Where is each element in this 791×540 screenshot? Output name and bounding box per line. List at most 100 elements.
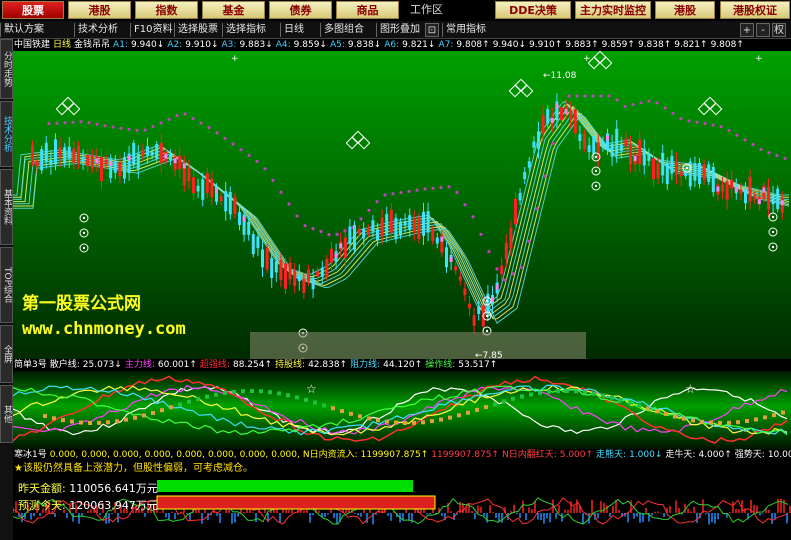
- ma-value-7: 9.940↓: [492, 40, 526, 50]
- ma-label-3: A4:: [275, 40, 291, 50]
- toolbar-item-7[interactable]: 图形叠加: [378, 22, 422, 38]
- left-sidebar: 分时走势技术分析基本资料 TOP综合全屏 其他: [0, 39, 13, 540]
- svg-text:☆: ☆: [306, 382, 317, 396]
- nav-button-10[interactable]: 港股权证: [720, 1, 790, 19]
- indicator-name: 金钱吊吊: [74, 40, 111, 50]
- ma-value-2: 9.883↓: [239, 40, 273, 50]
- indicator-2-value-0: 0.000,: [49, 450, 79, 460]
- indicator-2-label-8: N日内资流入:: [302, 450, 358, 460]
- toolbar-separator: [0, 23, 1, 37]
- nav-button-8[interactable]: 主力实时监控: [575, 1, 651, 19]
- indicator-2-value-10: 5.000↑: [559, 450, 594, 460]
- toolbar-separator: [376, 23, 377, 37]
- toolbar: 默认方案 技术分析 F10资料 选择股票 选择指标 日线 多图组合 图形叠加 常用指标 ⊡ + - 权: [0, 21, 791, 39]
- ma-value-6: 9.808↑: [456, 40, 490, 50]
- watermark-box: [250, 332, 586, 359]
- indicator-1-legend: 简单3号 散户线: 25.073↓ 主力线: 60.001↑ 超强线: 88.254↑ 持股线…: [14, 359, 791, 371]
- indicator-1-label-0: 散户线:: [49, 360, 80, 370]
- ma-label-5: A6:: [384, 40, 400, 50]
- toolbar-separator: [222, 23, 223, 37]
- ma-value-9: 9.883↑: [565, 40, 599, 50]
- svg-text:+: +: [755, 54, 763, 64]
- indicator-1-value-5: 53.517↑: [458, 360, 498, 370]
- nav-button-7[interactable]: DDE决策: [495, 1, 571, 19]
- nav-button-3[interactable]: 基金: [202, 1, 265, 19]
- indicator-1-name: 简单3号: [14, 360, 47, 370]
- toolbar-item-5[interactable]: 日线: [282, 22, 306, 38]
- sidebar-tab-3[interactable]: TOP综合: [0, 247, 13, 323]
- ma-value-5: 9.821↓: [402, 40, 436, 50]
- indicator-2-value-12: 4.000↑: [698, 450, 732, 460]
- today-amount: 预测今天: 120063.947万元: [18, 497, 158, 513]
- watermark-url: www.chnmoney.com: [22, 319, 186, 339]
- zoom-in-icon[interactable]: +: [740, 23, 754, 37]
- toolbar-item-4[interactable]: 选择指标: [224, 22, 268, 38]
- indicator-1-value-0: 25.073↓: [82, 360, 122, 370]
- ma-value-11: 9.838↑: [637, 40, 672, 50]
- ma-value-12: 9.821↑: [674, 40, 708, 50]
- yesterday-amount: 昨天金额: 110056.641万元: [18, 480, 158, 496]
- toolbar-separator: [130, 23, 131, 37]
- chart-period: 日线: [53, 40, 72, 50]
- toolbar-item-2[interactable]: F10资料: [132, 22, 174, 38]
- indicator-2-value-3: 0.000,: [144, 450, 174, 460]
- lock-icon[interactable]: ⊡: [425, 23, 439, 37]
- svg-text:+: +: [583, 54, 591, 64]
- nav-button-6[interactable]: 工作区: [404, 1, 449, 19]
- sidebar-tab-5[interactable]: 其他: [0, 385, 13, 443]
- svg-text:☆: ☆: [685, 382, 696, 396]
- high-price-label: ←11.08: [543, 71, 577, 81]
- ma-value-10: 9.859↑: [601, 40, 635, 50]
- sidebar-tab-1[interactable]: 技术分析: [0, 101, 13, 167]
- ma-value-4: 9.838↓: [347, 40, 382, 50]
- stock-name: 中国铁建: [14, 40, 51, 50]
- indicator-2-value-8: 1199907.875↑: [360, 450, 429, 460]
- toolbar-separator: [74, 23, 75, 37]
- indicator-1-background: [13, 371, 791, 449]
- ma-label-1: A2:: [167, 40, 183, 50]
- indicator-2-value-1: 0.000,: [81, 450, 111, 460]
- indicator-2-value-9: 1199907.875↑: [431, 450, 499, 460]
- toolbar-item-1[interactable]: 技术分析: [76, 22, 120, 38]
- indicator-2-value-11: 1.000↓: [629, 450, 663, 460]
- toolbar-item-8[interactable]: 常用指标: [444, 22, 488, 38]
- yesterday-amount-label: 昨天金额:: [18, 482, 66, 495]
- toolbar-item-6[interactable]: 多图组合: [322, 22, 366, 38]
- nav-button-9[interactable]: 港股: [655, 1, 715, 19]
- today-amount-label: 预测今天:: [18, 499, 66, 512]
- ma-label-2: A3:: [221, 40, 237, 50]
- toolbar-item-0[interactable]: 默认方案: [2, 22, 46, 38]
- ma-value-3: 9.859↓: [293, 40, 327, 50]
- indicator-2-legend: 寒冰1号 0.000, 0.000, 0.000, 0.000, 0.000, 0.000,…: [14, 449, 791, 461]
- toolbar-separator: [442, 23, 443, 37]
- sidebar-tab-2[interactable]: 基本资料: [0, 169, 13, 245]
- indicator-1-label-4: 阻力线:: [350, 360, 381, 370]
- nav-button-2[interactable]: 指数: [135, 1, 198, 19]
- indicator-1-label-3: 持股线:: [275, 360, 306, 370]
- indicator-2-label-11: 走熊天:: [596, 450, 627, 460]
- indicator-2-value-13: 10.000↑: [767, 450, 791, 460]
- indicator-1-value-1: 60.001↑: [157, 360, 197, 370]
- sidebar-tab-4[interactable]: 全屏: [0, 325, 13, 383]
- sidebar-tab-0[interactable]: 分时走势: [0, 39, 13, 99]
- main-chart-legend: 中国铁建 日线 金钱吊吊 A1: 9.940↓ A2: 9.910↓ A3: 9.883↓ A4:…: [14, 39, 791, 51]
- nav-button-1[interactable]: 港股: [68, 1, 131, 19]
- low-price-label: ←7.85: [475, 351, 503, 359]
- nav-button-4[interactable]: 债券: [269, 1, 332, 19]
- indicator-1-chart[interactable]: ☆ ☆: [13, 371, 791, 449]
- nav-button-5[interactable]: 商品: [336, 1, 399, 19]
- nav-button-0[interactable]: 股票: [2, 1, 64, 19]
- toolbar-item-3[interactable]: 选择股票: [176, 22, 220, 38]
- today-amount-bar: [156, 495, 436, 510]
- close-icon[interactable]: 权: [772, 23, 786, 37]
- today-amount-value: 120063.947万元: [69, 499, 158, 512]
- yesterday-amount-bar: [157, 480, 413, 492]
- indicator-2-value-4: 0.000,: [176, 450, 205, 460]
- ma-value-8: 9.910↑: [529, 40, 563, 50]
- indicator-1-label-5: 操作线:: [425, 360, 456, 370]
- ma-value-13: 9.808↑: [710, 40, 744, 50]
- toolbar-separator: [320, 23, 321, 37]
- yesterday-amount-value: 110056.641万元: [69, 482, 158, 495]
- zoom-out-icon[interactable]: -: [756, 23, 770, 37]
- indicator-1-value-4: 44.120↑: [383, 360, 423, 370]
